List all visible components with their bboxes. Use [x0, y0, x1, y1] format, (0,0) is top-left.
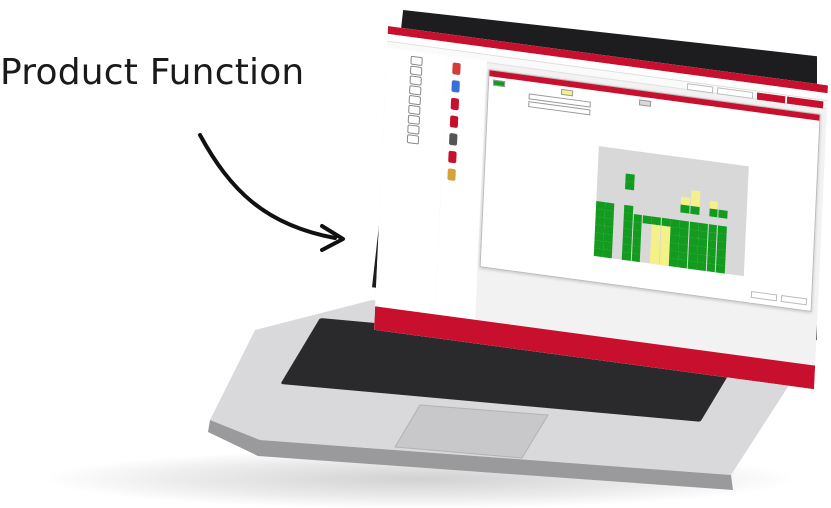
app-window — [374, 26, 828, 390]
grid-cell — [625, 181, 635, 190]
grid-cell — [642, 215, 652, 224]
dialog-button[interactable] — [780, 295, 808, 306]
pipe-icon[interactable] — [406, 134, 420, 145]
grid-cell — [668, 258, 679, 267]
legend-swatch-gray — [638, 99, 652, 107]
grid-cell — [631, 253, 641, 262]
product-thumbnail[interactable] — [448, 150, 457, 164]
grid-cell — [650, 255, 660, 265]
grid-cell — [659, 256, 669, 266]
grid-cell — [715, 264, 725, 274]
grid-cell — [593, 248, 604, 257]
compatibility-grid — [593, 146, 749, 277]
grid-cell — [678, 259, 688, 269]
product-thumbnail[interactable] — [447, 168, 456, 182]
compatibility-dialog — [479, 69, 821, 312]
valve-icon[interactable] — [407, 124, 420, 135]
grid-cell — [718, 209, 728, 219]
grid-cell — [708, 208, 719, 217]
grid-cell — [690, 205, 700, 215]
product-thumbnail[interactable] — [452, 62, 461, 76]
house-icon[interactable] — [409, 75, 422, 86]
grid-cell — [603, 249, 613, 258]
cycle-icon[interactable] — [408, 94, 421, 106]
toolbar-button-primary[interactable] — [756, 92, 786, 104]
product-thumbnail[interactable] — [449, 115, 459, 129]
legend-swatch-yellow — [560, 88, 574, 97]
product-thumbnail[interactable] — [451, 79, 460, 93]
panel-icon[interactable] — [407, 114, 421, 125]
grid-cell — [696, 262, 707, 271]
product-thumbnail[interactable] — [450, 97, 460, 111]
fan-icon[interactable] — [409, 85, 422, 96]
product-thumbnail[interactable] — [448, 132, 458, 146]
grid-cell — [621, 251, 632, 261]
grid-cell — [706, 263, 716, 272]
arrows-icon[interactable] — [409, 65, 423, 76]
grid-row-labels — [536, 112, 572, 117]
grid-cell — [680, 204, 690, 214]
legend-swatch-green — [492, 79, 506, 88]
arrows-icon[interactable] — [410, 55, 423, 67]
toolbar-button[interactable] — [686, 83, 714, 94]
gauge-icon[interactable] — [408, 104, 421, 116]
dialog-button[interactable] — [750, 290, 778, 302]
grid-cell — [687, 260, 697, 270]
